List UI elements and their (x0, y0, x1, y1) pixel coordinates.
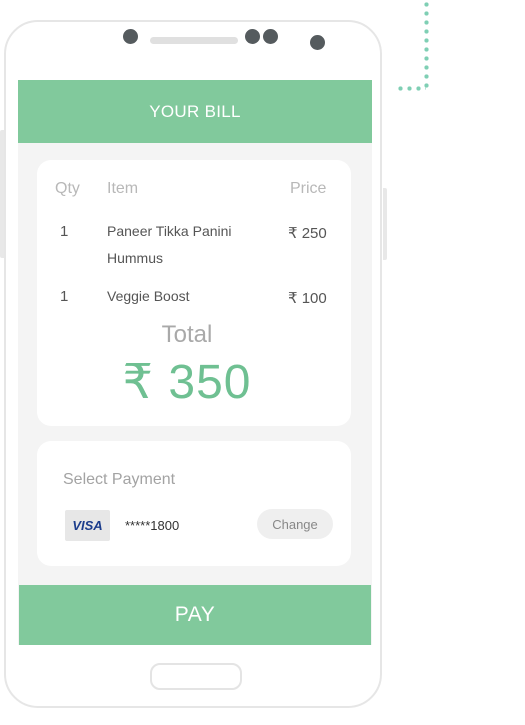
column-header-qty: Qty (55, 180, 80, 197)
total-label: Total (161, 321, 213, 348)
front-camera-icon (123, 29, 138, 44)
home-button[interactable] (150, 663, 242, 690)
change-button-label: Change (272, 516, 318, 532)
sensor-icon (263, 29, 278, 44)
sensor-icon (245, 29, 260, 44)
item-name-line: Paneer Tikka Panini (107, 223, 232, 239)
visa-card-icon: VISA (65, 510, 110, 541)
column-header-price: Price (290, 180, 327, 197)
pay-button[interactable]: PAY (19, 585, 371, 645)
phone-power-button (383, 188, 387, 260)
item-name-line: Veggie Boost (107, 288, 190, 304)
item-name-line: Hummus (107, 250, 164, 266)
bill-card: Qty Item Price 1 Paneer Tikka Panini Hum… (37, 160, 351, 426)
phone-speaker (150, 37, 238, 44)
bill-header: YOUR BILL (18, 80, 372, 143)
payment-label: Select Payment (63, 471, 176, 488)
item-qty: 1 (60, 288, 69, 305)
app-screen: YOUR BILL Qty Item Price 1 Paneer Tikka … (18, 80, 372, 645)
decorative-dotted-line (424, 0, 429, 92)
item-name: Veggie Boost (107, 283, 190, 310)
change-payment-button[interactable]: Change (257, 509, 333, 539)
card-brand: VISA (72, 518, 103, 533)
card-number: *****1800 (125, 518, 180, 533)
item-name: Paneer Tikka Panini Hummus (107, 218, 232, 272)
pay-button-label: PAY (174, 603, 216, 626)
item-price: ₹ 100 (288, 290, 327, 307)
column-header-item: Item (107, 180, 139, 197)
item-qty: 1 (60, 223, 69, 240)
decorative-dotted-line-horizontal (396, 86, 426, 91)
payment-card: Select Payment VISA *****1800 Change (37, 441, 351, 566)
item-price: ₹ 250 (288, 225, 327, 242)
total-amount: ₹ 350 (122, 356, 252, 409)
proximity-sensor-icon (310, 35, 325, 50)
page-title: YOUR BILL (149, 101, 241, 121)
